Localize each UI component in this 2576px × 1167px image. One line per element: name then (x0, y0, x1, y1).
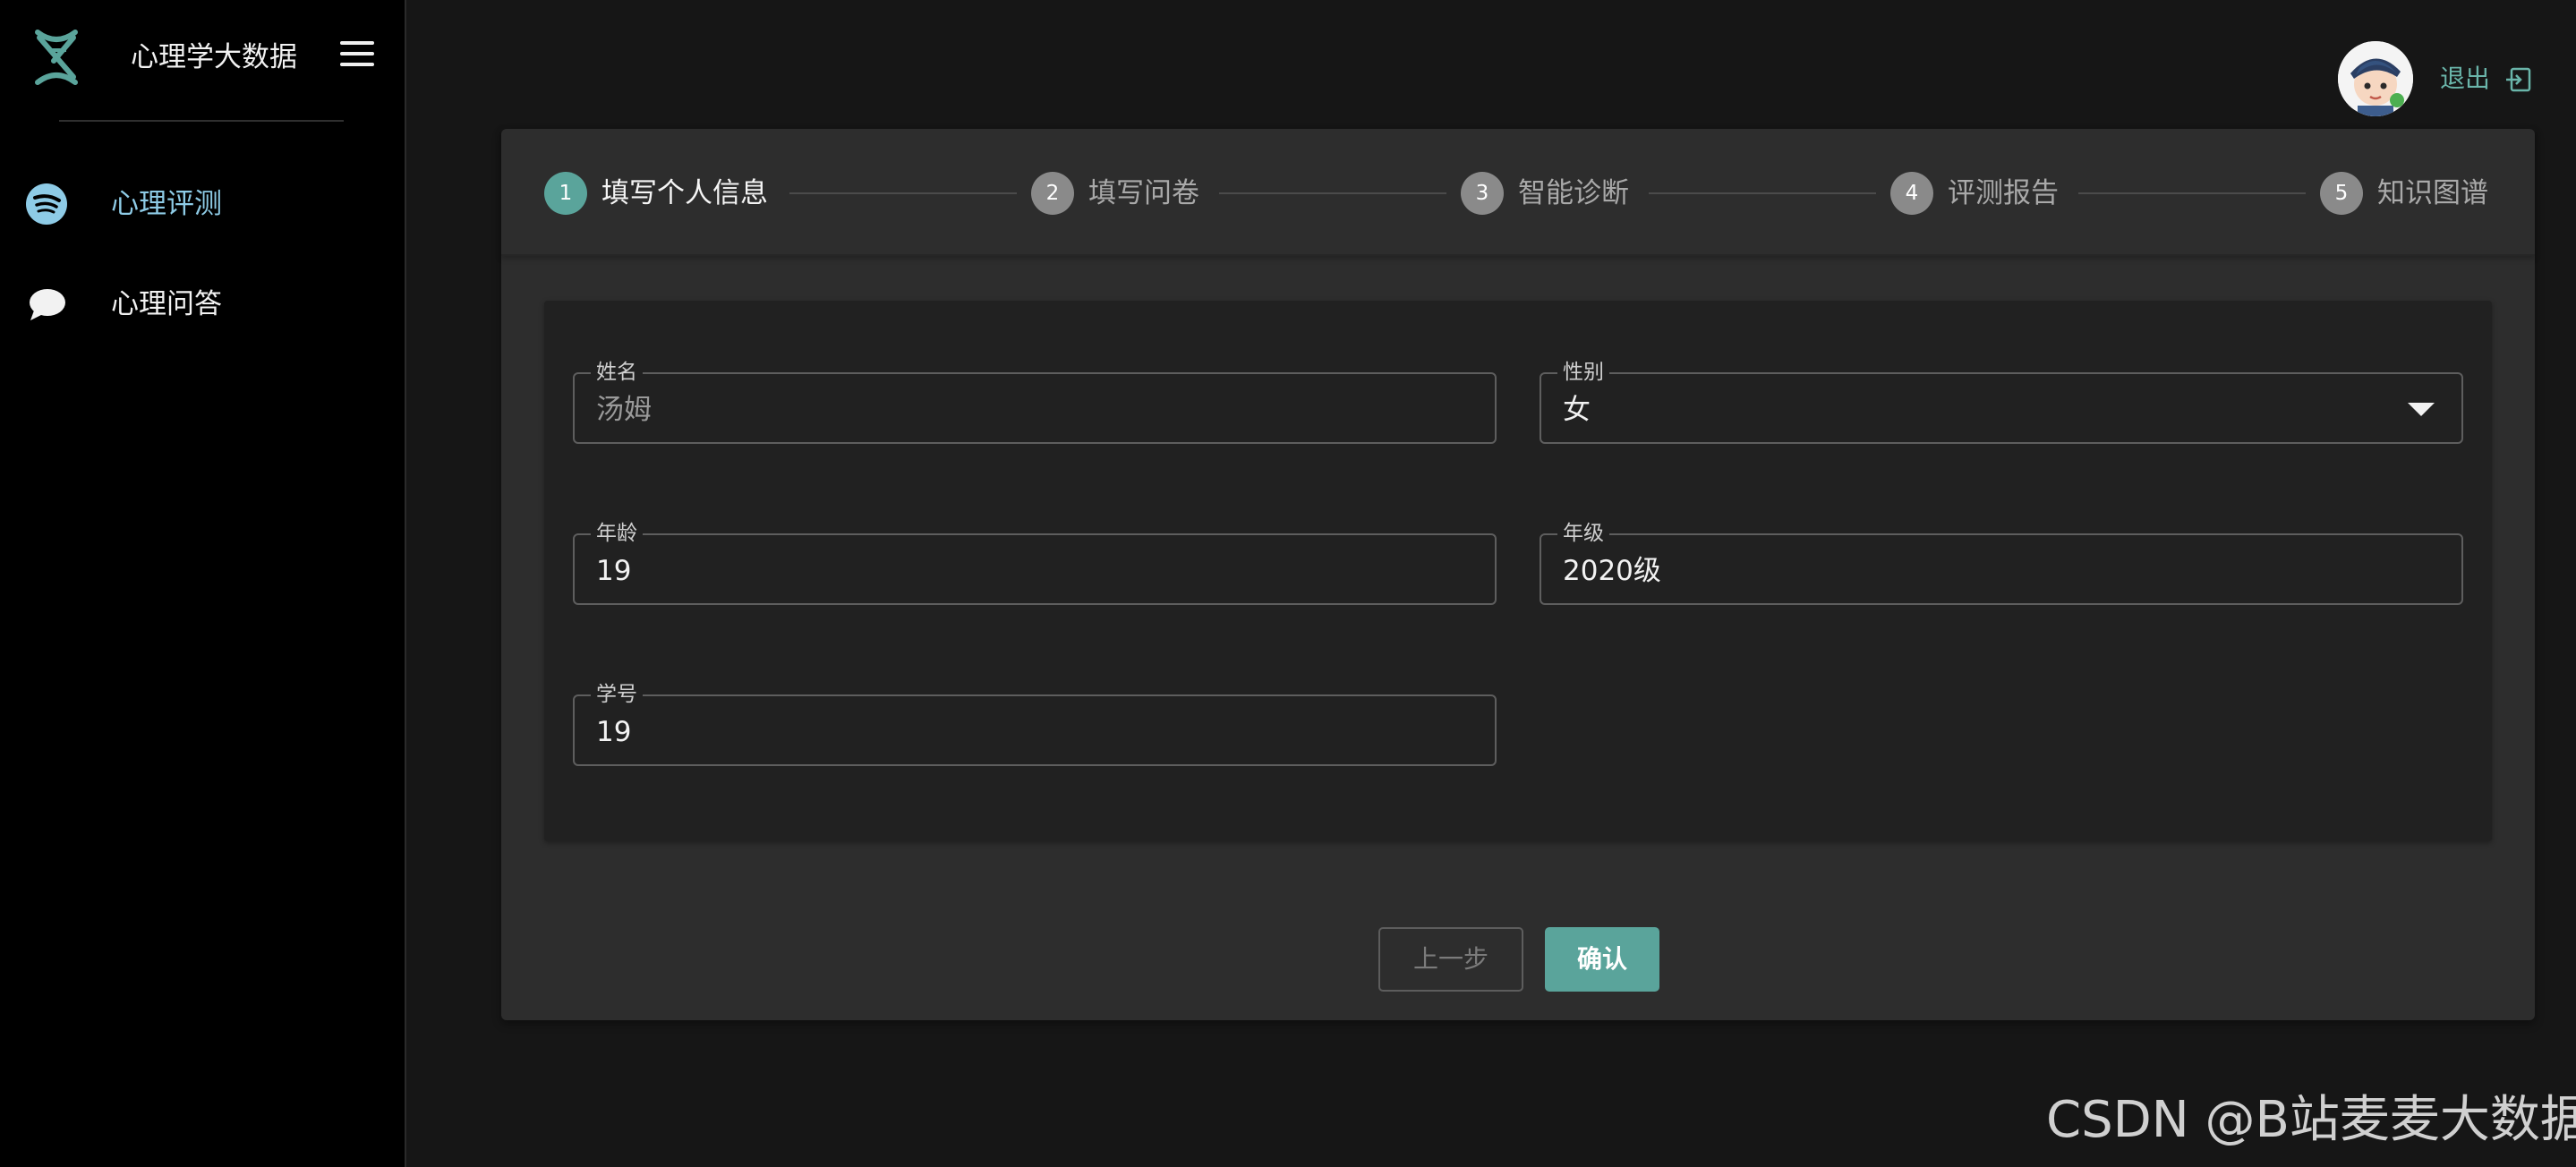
sidebar-item-label: 心理问答 (111, 288, 222, 320)
app-root: 心理学大数据 心理评测 心理问答 退出 1 填写个人信息 2 填写问卷 3 智能… (0, 0, 2576, 1167)
prev-step-button[interactable]: 上一步 (1378, 927, 1523, 992)
step-connector (789, 192, 1017, 194)
sidebar-item-psych-qa[interactable]: 心理问答 (0, 267, 406, 338)
name-field-label: 姓名 (591, 360, 643, 385)
spotify-icon (26, 183, 67, 225)
step-connector (2078, 192, 2306, 194)
watermark: CSDN @B站麦麦大数据 (2046, 1091, 2576, 1149)
gender-select-label: 性别 (1557, 360, 1609, 385)
step-label: 填写问卷 (1088, 177, 1199, 209)
step-connector (1649, 192, 1876, 194)
confirm-button[interactable]: 确认 (1545, 927, 1659, 992)
grade-field[interactable]: 年级 2020级 (1540, 521, 2463, 605)
dna-logo-icon (35, 30, 78, 85)
chat-bubble-icon (30, 289, 65, 320)
step-number: 2 (1031, 172, 1074, 215)
gender-select[interactable]: 性别 女 (1540, 360, 2463, 444)
step-number: 3 (1461, 172, 1504, 215)
age-field-label: 年龄 (591, 521, 643, 546)
step-number: 5 (2320, 172, 2363, 215)
step-number: 1 (544, 172, 587, 215)
age-field-value: 19 (596, 555, 632, 587)
app-title: 心理学大数据 (131, 41, 297, 73)
step-label: 智能诊断 (1518, 177, 1629, 209)
avatar-illustration-icon (2338, 41, 2413, 116)
logout-label: 退出 (2440, 64, 2491, 93)
step-number: 4 (1890, 172, 1933, 215)
step-label: 填写个人信息 (601, 177, 768, 209)
stepper: 1 填写个人信息 2 填写问卷 3 智能诊断 4 评测报告 5 知识图谱 (501, 129, 2535, 256)
sidebar-item-psych-assessment[interactable]: 心理评测 (0, 166, 406, 238)
name-field-value: 汤姆 (596, 394, 652, 426)
personal-info-form: 姓名 汤姆 性别 女 年龄 19 年级 2020级 学号 19 (544, 301, 2492, 841)
brand: 心理学大数据 (0, 0, 406, 122)
grade-field-value: 2020级 (1563, 555, 1661, 587)
student-id-field-value: 19 (596, 716, 632, 748)
grade-field-label: 年级 (1557, 521, 1609, 546)
logout-icon (2506, 67, 2531, 92)
step-label: 知识图谱 (2377, 177, 2488, 209)
age-field[interactable]: 年龄 19 (573, 521, 1497, 605)
name-field[interactable]: 姓名 汤姆 (573, 360, 1497, 444)
caret-down-icon[interactable] (2408, 403, 2435, 416)
avatar[interactable] (2338, 41, 2413, 116)
student-id-field-label: 学号 (591, 682, 643, 707)
sidebar-divider (59, 120, 344, 122)
logout-button[interactable]: 退出 (2440, 61, 2533, 97)
hamburger-menu-icon[interactable] (340, 41, 376, 72)
step-connector (1219, 192, 1446, 194)
assessment-card: 1 填写个人信息 2 填写问卷 3 智能诊断 4 评测报告 5 知识图谱 姓名 … (501, 129, 2535, 1020)
sidebar-item-label: 心理评测 (111, 188, 222, 220)
gender-select-value: 女 (1563, 394, 1591, 426)
sidebar: 心理学大数据 心理评测 心理问答 (0, 0, 406, 1167)
step-label: 评测报告 (1948, 177, 2059, 209)
student-id-field[interactable]: 学号 19 (573, 682, 1497, 766)
